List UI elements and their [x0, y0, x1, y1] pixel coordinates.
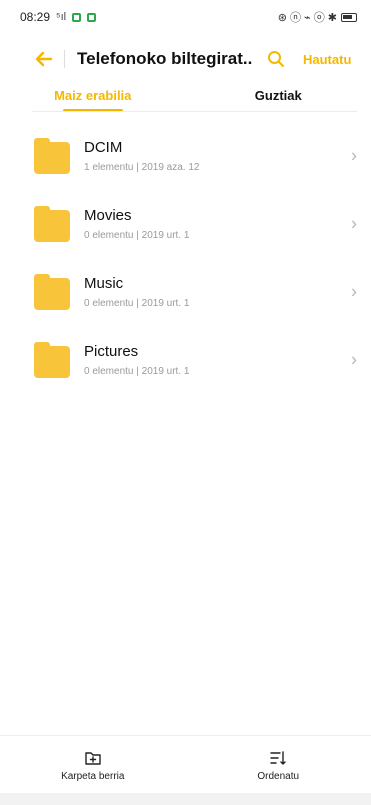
- folder-item-music[interactable]: Music 0 elementu | 2019 urt. 1 ›: [0, 258, 371, 326]
- status-indicators: ⊛ ⓝ ⌁ ⓞ ✱: [277, 12, 337, 24]
- folder-text: Pictures 0 elementu | 2019 urt. 1: [84, 343, 189, 377]
- chevron-right-icon: ›: [351, 349, 357, 370]
- folder-icon: [34, 206, 70, 242]
- sort-label: Ordenatu: [257, 770, 300, 782]
- notification-app-icon: [72, 12, 82, 22]
- folder-name: Pictures: [84, 343, 139, 360]
- folder-meta: 0 elementu | 2019 urt. 1: [84, 230, 190, 241]
- folder-plus-icon: [85, 751, 101, 765]
- tab-frequently-used[interactable]: Maiz erabilia: [0, 80, 186, 110]
- folder-icon: [34, 274, 70, 310]
- arrow-left-icon: [35, 51, 53, 67]
- chevron-right-icon: ›: [351, 213, 357, 234]
- folder-icon: [34, 138, 70, 174]
- folder-item-dcim[interactable]: DCIM 1 elementu | 2019 aza. 12 ›: [0, 122, 371, 190]
- notification-app-icon-2: [87, 12, 97, 22]
- folder-text: DCIM 1 elementu | 2019 aza. 12: [84, 139, 199, 173]
- folder-meta: 0 elementu | 2019 urt. 1: [84, 298, 190, 309]
- status-time: 08:29: [20, 10, 51, 24]
- back-button[interactable]: [28, 43, 60, 75]
- chevron-right-icon: ›: [351, 281, 357, 302]
- folder-name: Movies: [84, 207, 132, 224]
- folder-name: Music: [84, 275, 124, 292]
- folder-text: Movies 0 elementu | 2019 urt. 1: [84, 207, 189, 241]
- folder-item-pictures[interactable]: Pictures 0 elementu | 2019 urt. 1 ›: [0, 326, 371, 394]
- select-button[interactable]: Hautatu: [303, 52, 351, 67]
- tabs-divider: [32, 111, 357, 112]
- folder-text: Music 0 elementu | 2019 urt. 1: [84, 275, 189, 309]
- search-button[interactable]: [263, 46, 289, 72]
- tabs: Maiz erabilia Guztiak: [0, 80, 371, 110]
- status-left: 08:29 ⁵ıl: [20, 10, 97, 24]
- folder-name: DCIM: [84, 139, 123, 156]
- header-divider: [64, 50, 65, 68]
- signal-icon: ⁵ıl: [56, 11, 67, 23]
- chevron-right-icon: ›: [351, 145, 357, 166]
- status-right: ⊛ ⓝ ⌁ ⓞ ✱: [278, 9, 357, 25]
- new-folder-button[interactable]: Karpeta berria: [0, 736, 186, 794]
- sort-icon: [270, 750, 286, 765]
- folder-meta: 1 elementu | 2019 aza. 12: [84, 162, 200, 173]
- battery-icon: [341, 12, 357, 22]
- folder-item-movies[interactable]: Movies 0 elementu | 2019 urt. 1 ›: [0, 190, 371, 258]
- app-bar: Telefonoko biltegirat... Hautatu: [0, 38, 371, 80]
- bottom-bar: Karpeta berria Ordenatu: [0, 735, 371, 794]
- folder-icon: [34, 342, 70, 378]
- status-bar: 08:29 ⁵ıl ⊛ ⓝ ⌁ ⓞ ✱: [0, 0, 371, 34]
- folder-list: DCIM 1 elementu | 2019 aza. 12 › Movies …: [0, 122, 371, 394]
- sort-button[interactable]: Ordenatu: [186, 736, 371, 794]
- search-icon: [268, 51, 284, 67]
- new-folder-label: Karpeta berria: [61, 770, 125, 782]
- folder-meta: 0 elementu | 2019 urt. 1: [84, 366, 190, 377]
- tab-all[interactable]: Guztiak: [186, 80, 371, 110]
- page-title: Telefonoko biltegirat...: [77, 49, 253, 68]
- system-nav-area: [0, 793, 371, 805]
